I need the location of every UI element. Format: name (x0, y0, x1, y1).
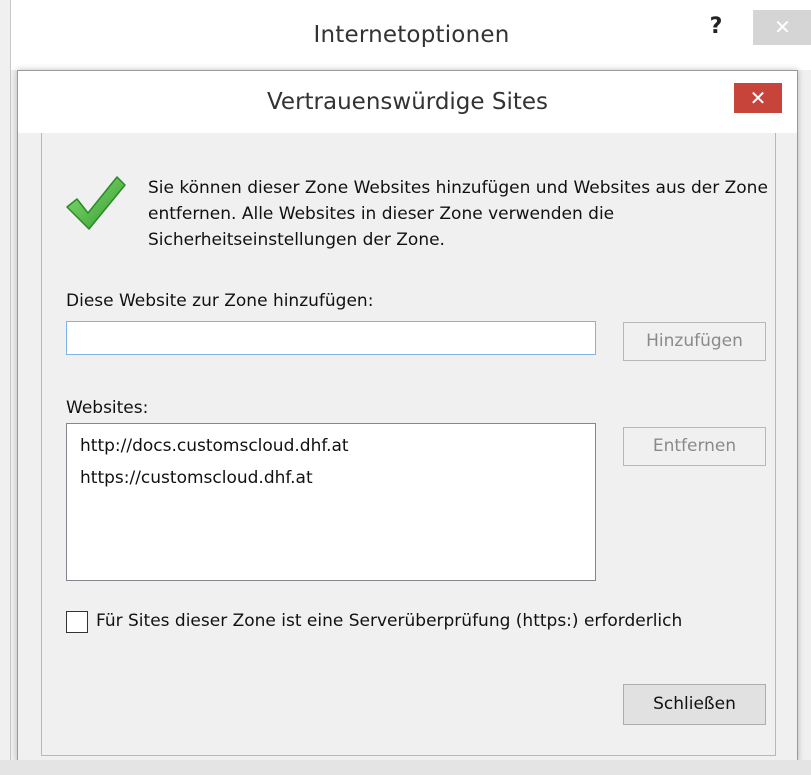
websites-label: Websites: (66, 398, 149, 418)
parent-title-bar: Internetoptionen ? ✕ (11, 0, 811, 70)
list-item[interactable]: https://customscloud.dhf.at (80, 462, 595, 494)
dialog-title-bar: Vertrauenswürdige Sites ✕ (18, 71, 797, 133)
dialog-title: Vertrauenswürdige Sites (266, 89, 549, 115)
intro-text: Sie können dieser Zone Websites hinzufüg… (148, 178, 768, 250)
parent-window-bottom (0, 760, 811, 775)
trusted-sites-dialog: Vertrauenswürdige Sites ✕ Sie können die… (17, 70, 798, 762)
close-button[interactable]: Schließen (623, 684, 766, 725)
green-checkmark-icon (66, 176, 126, 230)
add-website-input[interactable] (66, 321, 596, 355)
websites-list[interactable]: http://docs.customscloud.dhf.at https://… (66, 423, 596, 581)
remove-button[interactable]: Entfernen (623, 427, 766, 466)
dialog-close-button[interactable]: ✕ (734, 83, 782, 113)
add-website-label: Diese Website zur Zone hinzufügen: (66, 291, 374, 311)
parent-window-title: Internetoptionen (313, 22, 510, 48)
add-button[interactable]: Hinzufügen (623, 322, 766, 361)
https-checkbox[interactable] (66, 611, 88, 633)
list-item[interactable]: http://docs.customscloud.dhf.at (80, 430, 595, 462)
parent-close-button[interactable]: ✕ (753, 10, 811, 45)
https-checkbox-label[interactable]: Für Sites dieser Zone ist eine Serverübe… (96, 611, 776, 631)
help-button[interactable]: ? (701, 12, 731, 42)
